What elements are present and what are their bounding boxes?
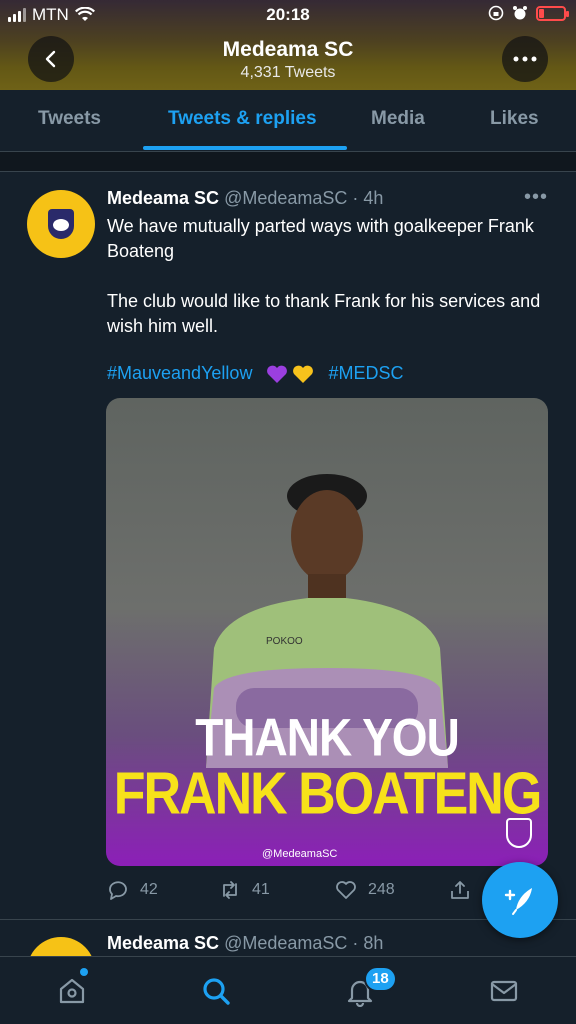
status-icons xyxy=(488,5,569,21)
new-content-dot xyxy=(80,968,88,976)
tab-media[interactable]: Media xyxy=(371,108,425,130)
header-title-group: Medeama SC 4,331 Tweets xyxy=(0,38,576,82)
retweet-count: 41 xyxy=(252,881,270,898)
compose-tweet-button[interactable] xyxy=(482,862,558,938)
reply-icon xyxy=(109,881,127,900)
tab-tweets[interactable]: Tweets xyxy=(38,108,101,130)
tweet-more-icon[interactable]: ••• xyxy=(524,186,548,209)
heart-icon xyxy=(336,881,356,899)
tweet-actions: 42 41 248 xyxy=(106,878,486,908)
home-icon xyxy=(59,978,85,1004)
media-caption-line2: FRANK BOATENG xyxy=(113,760,543,828)
active-tab-indicator xyxy=(143,146,347,150)
share-icon xyxy=(451,881,469,899)
tab-likes[interactable]: Likes xyxy=(490,108,539,130)
search-icon xyxy=(203,978,230,1005)
retweet-icon xyxy=(223,881,237,899)
feather-plus-icon xyxy=(504,888,532,915)
section-divider xyxy=(0,152,576,172)
tweet-handle-time: @MedeamaSC · 8h xyxy=(224,933,384,953)
jersey-text: POKOO xyxy=(266,636,303,647)
like-count: 248 xyxy=(368,881,395,898)
nav-messages[interactable] xyxy=(488,975,520,1007)
more-options-button[interactable] xyxy=(502,36,548,82)
tweet[interactable]: Medeama SC @MedeamaSC · 8h xyxy=(0,921,576,961)
reply-button[interactable]: 42 xyxy=(106,878,158,902)
hashtag-link[interactable]: #MauveandYellow xyxy=(107,363,252,384)
reply-count: 42 xyxy=(140,881,158,898)
notifications-badge: 18 xyxy=(364,966,397,992)
tab-tweets-replies[interactable]: Tweets & replies xyxy=(168,108,317,130)
tweet-handle-time: @MedeamaSC · 4h xyxy=(224,188,384,208)
tweet-header: Medeama SC @MedeamaSC · 8h xyxy=(107,933,383,954)
hashtag-link[interactable]: #MEDSC xyxy=(328,363,403,384)
club-crest-icon xyxy=(48,209,74,239)
page-title: Medeama SC xyxy=(222,38,354,61)
avatar[interactable] xyxy=(27,190,95,258)
nav-home[interactable] xyxy=(56,975,88,1007)
purple-heart-icon xyxy=(266,364,288,384)
tweet-media-image[interactable]: POKOO THANK YOU FRANK BOATENG @MedeamaSC xyxy=(106,398,548,866)
tweet-hashtags: #MauveandYellow #MEDSC xyxy=(107,363,403,384)
profile-tabs: Tweets Tweets & replies Media Likes xyxy=(0,90,576,152)
tweet[interactable]: Medeama SC @MedeamaSC · 4h ••• We have m… xyxy=(0,172,576,920)
bottom-nav xyxy=(0,956,576,1024)
tweet-text: We have mutually parted ways with goalke… xyxy=(107,216,541,336)
more-horizontal-icon xyxy=(513,56,537,62)
retweet-button[interactable]: 41 xyxy=(218,878,270,902)
status-bar: MTN 20:18 xyxy=(0,0,576,30)
yellow-heart-icon xyxy=(292,364,314,384)
mail-icon xyxy=(490,980,518,1002)
like-button[interactable]: 248 xyxy=(334,878,395,902)
nav-search[interactable] xyxy=(200,975,232,1007)
share-button[interactable] xyxy=(448,878,472,902)
tweet-count: 4,331 Tweets xyxy=(240,64,336,81)
club-logo-icon xyxy=(506,818,532,848)
alarm-icon xyxy=(513,6,527,20)
battery-icon xyxy=(536,5,569,21)
tweet-header: Medeama SC @MedeamaSC · 4h xyxy=(107,188,383,209)
rotation-lock-icon xyxy=(488,5,504,21)
media-handle: @MedeamaSC xyxy=(262,848,338,860)
tweet-author-name[interactable]: Medeama SC xyxy=(107,933,219,953)
tweet-author-name[interactable]: Medeama SC xyxy=(107,188,219,208)
